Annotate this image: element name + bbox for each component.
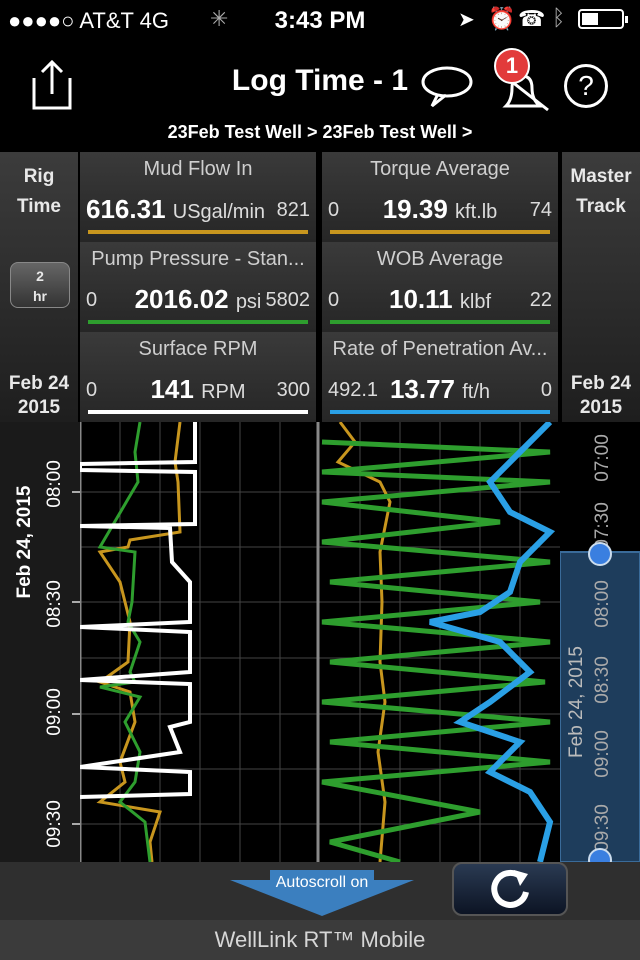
time-range-unit: hr	[33, 288, 47, 304]
battery-icon	[578, 9, 628, 29]
gauge-max: 22	[529, 289, 552, 311]
master-tick: 08:00	[592, 580, 613, 628]
gauge-bar	[330, 410, 550, 414]
gauge-bar	[88, 320, 308, 324]
time-range-button[interactable]: 2 hr	[10, 262, 70, 308]
series-wob-curve	[321, 439, 551, 865]
gauge-max: 74	[529, 199, 552, 221]
master-track-label-2: Track	[576, 196, 626, 217]
time-tick: 08:00	[44, 460, 65, 508]
location-icon: ➤	[458, 9, 475, 31]
bluetooth-icon: ᛒ	[552, 5, 566, 30]
notification-badge: 1	[494, 48, 530, 84]
status-bar: ●●●●○ AT&T 4G ✳ 3:43 PM ➤ ⏰ ☎ ᛒ	[0, 0, 640, 40]
gauge-name: Torque Average	[370, 158, 510, 180]
time-tick: 09:00	[44, 688, 65, 736]
autoscroll-label: Autoscroll on	[275, 874, 369, 891]
nav-header: Log Time - 1 1 ? 23Feb Test Well > 23Feb…	[0, 40, 640, 152]
gauge-value: 616.31	[86, 194, 166, 224]
gauge-bar	[88, 230, 308, 234]
gauge-unit: klbf	[459, 291, 491, 313]
rig-time-label-1: Rig	[23, 166, 55, 187]
master-tick: 08:30	[592, 656, 613, 704]
rig-date-line-2: 2015	[17, 397, 61, 418]
gauge-wob-average[interactable]: WOB Average 0 10.11 klbf 22	[322, 242, 558, 332]
rig-date-line-1: Feb 24	[8, 373, 70, 394]
gauge-torque-average[interactable]: Torque Average 0 19.39 kft.lb 74	[322, 152, 558, 242]
master-date-line-1: Feb 24	[570, 373, 632, 394]
refresh-icon	[491, 869, 529, 908]
gauge-bar	[330, 320, 550, 324]
tty-icon: ☎	[518, 6, 546, 31]
rig-time-label-2: Time	[16, 196, 61, 217]
gauge-max: 821	[276, 199, 310, 221]
gauge-name: Surface RPM	[138, 338, 258, 360]
master-date-line-2: 2015	[579, 397, 623, 418]
gauge-unit: USgal/min	[172, 201, 266, 223]
master-tick: 09:00	[592, 730, 613, 778]
gauge-value: 2016.02	[134, 284, 229, 314]
gauge-unit: psi	[235, 291, 262, 313]
gauge-bar	[330, 230, 550, 234]
rig-time-panel: Rig Time 2 hr Feb 24 2015	[0, 152, 78, 422]
selection-handle-bottom[interactable]	[588, 848, 612, 872]
bottom-toolbar: Autoscroll on	[0, 862, 640, 920]
master-track-date: Feb 24, 2015	[566, 646, 587, 758]
time-tick: 08:30	[44, 580, 65, 628]
gauge-max: 5802	[265, 289, 311, 311]
gauge-pump-pressure[interactable]: Pump Pressure - Stan... 0 2016.02 psi 58…	[80, 242, 316, 332]
help-icon[interactable]: ?	[564, 64, 608, 108]
gauge-rate-of-penetration[interactable]: Rate of Penetration Av... 492.1 13.77 ft…	[322, 332, 558, 422]
gauge-name: Mud Flow In	[143, 158, 253, 180]
comment-icon[interactable]	[420, 64, 474, 110]
master-track[interactable]: Feb 24, 2015 07:00 07:30 08:00 08:30 09:…	[559, 422, 640, 872]
master-tick: 09:30	[592, 804, 613, 852]
gauge-surface-rpm[interactable]: Surface RPM 0 141 RPM 300	[80, 332, 316, 422]
gauge-mud-flow-in[interactable]: Mud Flow In 616.31 USgal/min 821	[80, 152, 316, 242]
gauge-name: WOB Average	[376, 248, 504, 270]
master-tick: 07:00	[592, 434, 613, 482]
gauge-value: 19.39	[382, 194, 448, 224]
time-range-value: 2	[36, 268, 44, 284]
gauge-unit: RPM	[201, 381, 246, 403]
gauge-unit: kft.lb	[455, 201, 498, 223]
master-track-panel: Master Track Feb 24 2015	[562, 152, 640, 422]
time-tick: 09:30	[44, 800, 65, 848]
gauge-name: Rate of Penetration Av...	[332, 338, 548, 360]
gauge-name: Pump Pressure - Stan...	[91, 248, 305, 270]
autoscroll-button[interactable]: Autoscroll on	[230, 868, 414, 916]
gauge-max: 0	[540, 379, 552, 401]
gauge-unit: ft/h	[462, 381, 491, 403]
time-axis[interactable]: Feb 24, 2015 08:00 08:30 09:00 09:30	[0, 422, 80, 862]
gauge-value: 13.77	[389, 374, 456, 404]
breadcrumb[interactable]: 23Feb Test Well > 23Feb Test Well >	[0, 122, 640, 143]
gauge-bar	[88, 410, 308, 414]
time-axis-date: Feb 24, 2015	[14, 485, 35, 598]
log-chart[interactable]	[78, 419, 560, 865]
series-torque-curve	[335, 421, 392, 863]
refresh-button[interactable]	[452, 862, 568, 916]
master-track-label-1: Master	[570, 166, 632, 187]
alarm-icon: ⏰	[488, 6, 516, 31]
gauge-value: 141	[150, 374, 194, 404]
app-footer: WellLink RT™ Mobile	[0, 920, 640, 960]
gauge-max: 300	[276, 379, 310, 401]
gauge-value: 10.11	[389, 284, 453, 314]
selection-handle-top[interactable]	[588, 542, 612, 566]
